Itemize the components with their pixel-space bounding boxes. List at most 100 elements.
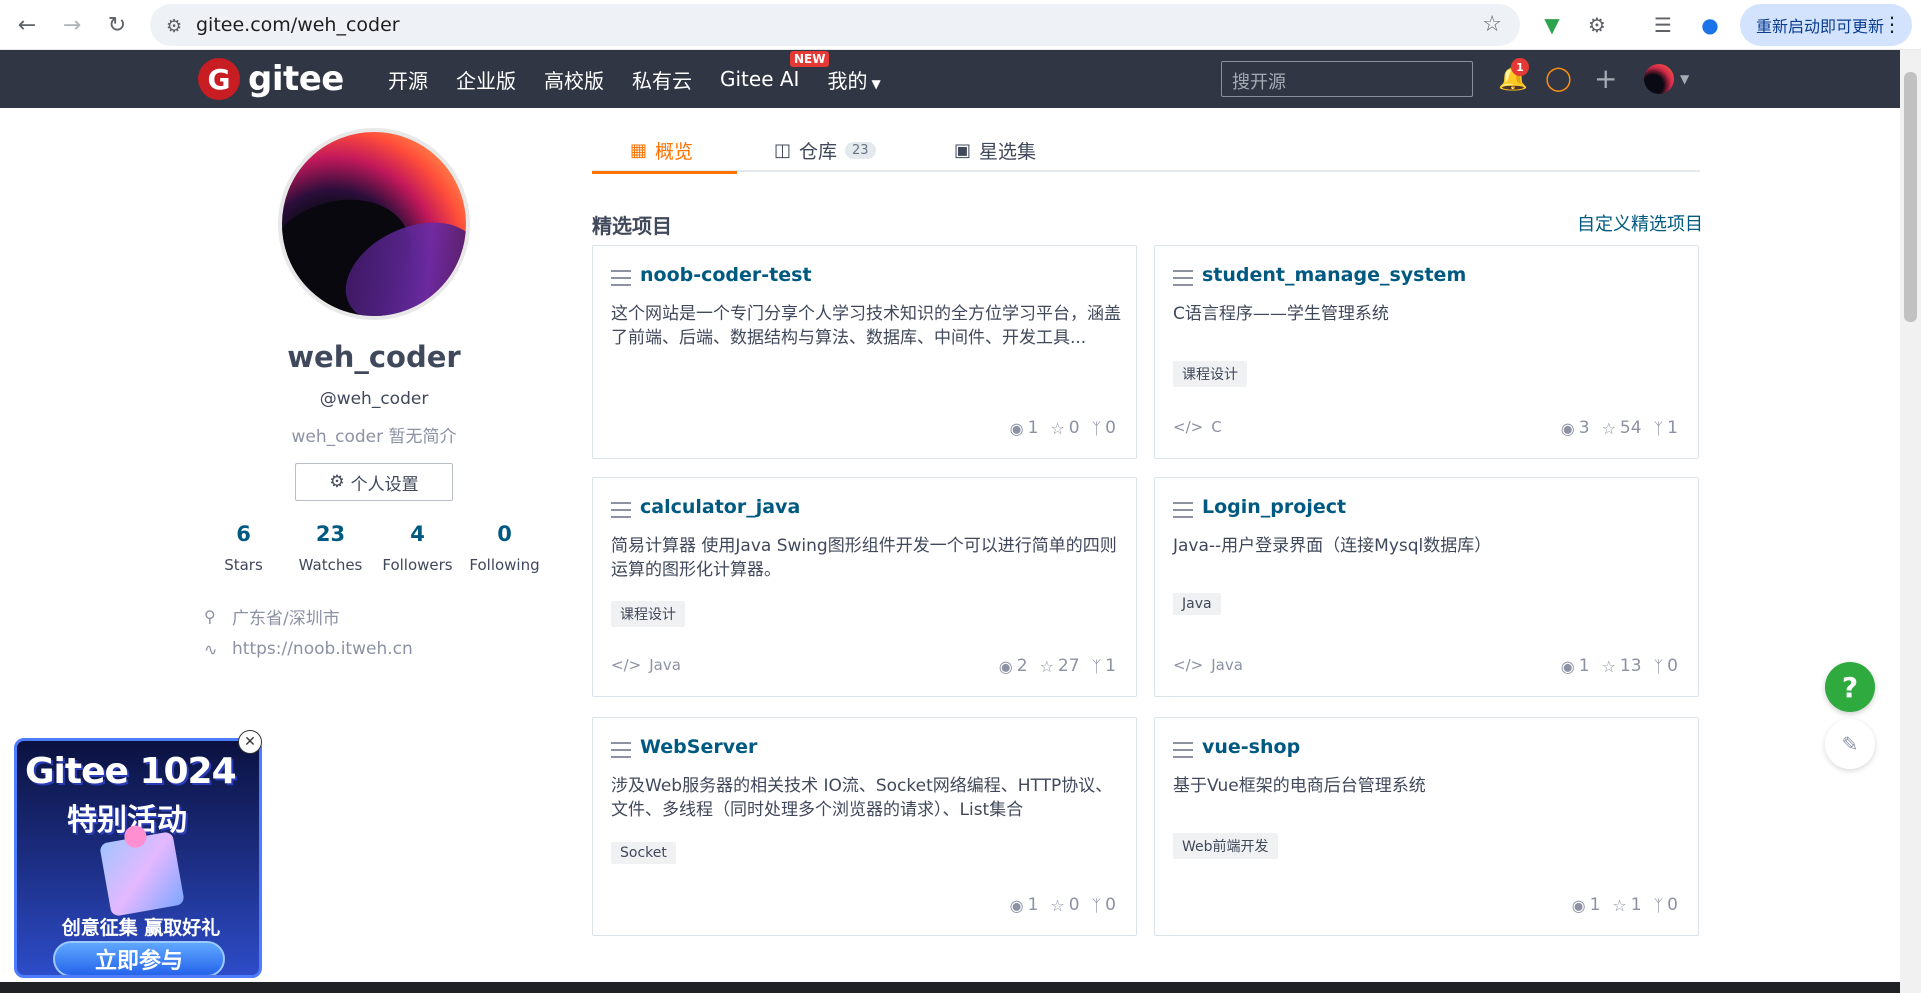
fork-count[interactable]: ᛉ0 xyxy=(1092,418,1116,438)
header-avatar[interactable] xyxy=(1644,64,1674,94)
watch-count[interactable]: ◉ 2 xyxy=(999,656,1028,676)
stat-following[interactable]: 0 Following xyxy=(461,522,548,574)
fork-count[interactable]: ᛉ0 xyxy=(1654,656,1678,676)
stat-followers[interactable]: 4 Followers xyxy=(374,522,461,574)
promo-title: Gitee 1024 xyxy=(25,751,237,792)
customize-featured-link[interactable]: 自定义精选项目 xyxy=(1577,210,1703,236)
tab-repositories[interactable]: ◫ 仓库 23 xyxy=(774,128,876,172)
profile-avatar[interactable] xyxy=(278,128,470,320)
website-link[interactable]: https://noob.itweh.cn xyxy=(232,639,413,659)
star-count[interactable]: ☆ 27 xyxy=(1040,656,1080,676)
tab-label: 仓库 xyxy=(799,140,838,163)
fork-count[interactable]: ᛉ0 xyxy=(1092,895,1116,915)
project-card[interactable]: student_manage_system C语言程序——学生管理系统 课程设计… xyxy=(1154,245,1699,459)
project-tag[interactable]: Java xyxy=(1173,593,1221,615)
promo-banner[interactable]: Gitee 1024 特别活动 创意征集 赢取好礼 立即参与 xyxy=(14,738,262,978)
bookmark-star-icon[interactable]: ☆ xyxy=(1482,12,1502,37)
watch-count[interactable]: ◉ 1 xyxy=(1010,895,1039,915)
help-button[interactable]: ? xyxy=(1825,662,1875,712)
star-count[interactable]: ☆ 0 xyxy=(1050,418,1079,438)
plus-icon[interactable]: + xyxy=(1594,62,1617,95)
search-input[interactable]: 搜开源 xyxy=(1221,61,1473,97)
feedback-edit-icon[interactable]: ✎ xyxy=(1825,719,1875,769)
nav-item-enterprise[interactable]: 企业版 xyxy=(456,65,516,94)
address-bar[interactable]: ⚙ gitee.com/weh_coder ☆ xyxy=(150,4,1520,46)
project-tag[interactable]: Web前端开发 xyxy=(1173,833,1278,859)
drag-handle-icon[interactable] xyxy=(611,502,631,523)
fork-count[interactable]: ᛉ1 xyxy=(1654,418,1678,438)
forward-icon[interactable]: → xyxy=(55,8,89,42)
nav-item-private-cloud[interactable]: 私有云 xyxy=(632,65,692,94)
project-desc: 涉及Web服务器的相关技术 IO流、Socket网络编程、HTTP协议、文件、多… xyxy=(611,776,1113,820)
project-name[interactable]: calculator_java xyxy=(640,496,800,518)
update-button[interactable]: 重新启动即可更新 ⋮ xyxy=(1740,4,1912,46)
project-name[interactable]: Login_project xyxy=(1202,496,1346,518)
project-card[interactable]: calculator_java 简易计算器 使用Java Swing图形组件开发… xyxy=(592,477,1137,697)
project-card[interactable]: noob-coder-test 这个网站是一个专门分享个人学习技术知识的全方位学… xyxy=(592,245,1137,459)
project-tag[interactable]: 课程设计 xyxy=(611,601,685,627)
project-card[interactable]: WebServer 涉及Web服务器的相关技术 IO流、Socket网络编程、H… xyxy=(592,717,1137,936)
tab-overview[interactable]: ▦ 概览 xyxy=(592,128,737,174)
site-info-icon[interactable]: ⚙ xyxy=(166,16,182,37)
fork-count[interactable]: ᛉ1 xyxy=(1092,656,1116,676)
language-value: C xyxy=(1211,418,1222,436)
back-icon[interactable]: ← xyxy=(10,8,44,42)
tab-collections[interactable]: ▣ 星选集 xyxy=(954,128,1036,172)
drag-handle-icon[interactable] xyxy=(1173,742,1193,763)
profile-icon[interactable]: ● xyxy=(1695,10,1725,40)
project-name[interactable]: noob-coder-test xyxy=(640,264,812,286)
stat-stars[interactable]: 6 Stars xyxy=(200,522,287,574)
fork-icon: ᛉ xyxy=(1091,656,1102,676)
fork-count[interactable]: ᛉ0 xyxy=(1654,895,1678,915)
url-text[interactable]: gitee.com/weh_coder xyxy=(196,14,400,36)
bulb-icon[interactable]: ◯ xyxy=(1545,64,1572,92)
project-desc: 简易计算器 使用Java Swing图形组件开发一个可以进行简单的四则运算的图形… xyxy=(611,536,1117,580)
avatar-caret-down-icon[interactable]: ▼ xyxy=(1680,72,1689,86)
watch-count[interactable]: ◉ 1 xyxy=(1010,418,1039,438)
media-icon[interactable]: ☰ xyxy=(1648,10,1678,40)
drag-handle-icon[interactable] xyxy=(611,270,631,291)
stat-watches[interactable]: 23 Watches xyxy=(287,522,374,574)
vue-extension-icon[interactable]: ▼ xyxy=(1537,10,1567,40)
star-count[interactable]: ☆ 13 xyxy=(1602,656,1642,676)
drag-handle-icon[interactable] xyxy=(611,742,631,763)
stat-label: Followers xyxy=(382,556,453,574)
extensions-icon[interactable]: ⚙ xyxy=(1582,10,1612,40)
watch-count[interactable]: ◉ 1 xyxy=(1572,895,1601,915)
nav-item-open-source[interactable]: 开源 xyxy=(388,65,428,94)
star-icon: ☆ xyxy=(1612,895,1627,915)
project-name[interactable]: student_manage_system xyxy=(1202,264,1466,286)
stat-label: Following xyxy=(469,556,540,574)
watch-count[interactable]: ◉ 3 xyxy=(1561,418,1590,438)
code-icon: ▦ xyxy=(630,139,648,161)
star-icon: ☆ xyxy=(1050,418,1065,438)
taskbar-strip xyxy=(0,982,1900,993)
promo-close-icon[interactable]: ✕ xyxy=(238,730,262,754)
personal-settings-button[interactable]: ⚙ 个人设置 xyxy=(295,463,453,501)
fork-icon: ᛉ xyxy=(1653,895,1664,915)
stat-number: 23 xyxy=(315,522,346,546)
star-count[interactable]: ☆ 1 xyxy=(1612,895,1641,915)
nav-item-education[interactable]: 高校版 xyxy=(544,65,604,94)
nav-item-mine[interactable]: 我的 ▼ xyxy=(827,65,880,94)
watch-count[interactable]: ◉ 1 xyxy=(1561,656,1590,676)
drag-handle-icon[interactable] xyxy=(1173,502,1193,523)
fork-value: 1 xyxy=(1667,418,1678,438)
nav-item-gitee-ai[interactable]: Gitee AI NEW xyxy=(720,51,830,91)
star-count[interactable]: ☆ 0 xyxy=(1050,895,1079,915)
project-tag[interactable]: Socket xyxy=(611,842,676,864)
profile-username: weh_coder xyxy=(287,340,461,374)
promo-join-button[interactable]: 立即参与 xyxy=(53,941,225,975)
project-name[interactable]: vue-shop xyxy=(1202,736,1300,758)
reload-icon[interactable]: ↻ xyxy=(100,8,134,42)
gitee-logo[interactable]: G gitee xyxy=(198,58,344,100)
project-tag[interactable]: 课程设计 xyxy=(1173,361,1247,387)
menu-dots-icon[interactable]: ⋮ xyxy=(1882,12,1902,36)
project-name[interactable]: WebServer xyxy=(640,736,757,758)
star-count[interactable]: ☆ 54 xyxy=(1602,418,1642,438)
drag-handle-icon[interactable] xyxy=(1173,270,1193,291)
scrollbar-thumb[interactable] xyxy=(1904,72,1917,322)
project-card[interactable]: Login_project Java--用户登录界面（连接Mysql数据库） J… xyxy=(1154,477,1699,697)
project-card[interactable]: vue-shop 基于Vue框架的电商后台管理系统 Web前端开发 ◉ 1 ☆ 1 … xyxy=(1154,717,1699,936)
page-scrollbar[interactable] xyxy=(1900,50,1921,993)
